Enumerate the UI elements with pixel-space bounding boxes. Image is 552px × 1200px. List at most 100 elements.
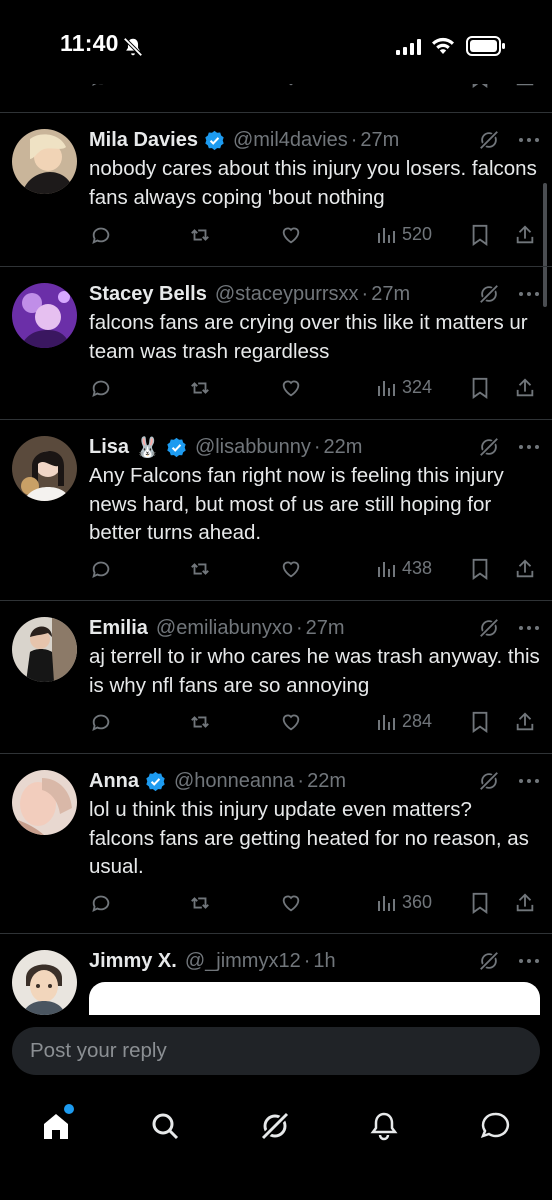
bookmark-icon[interactable] (470, 892, 490, 914)
tab-messages[interactable] (475, 1106, 515, 1146)
timestamp[interactable]: 1h (313, 950, 335, 973)
display-name[interactable]: Stacey Bells (89, 283, 207, 306)
share-icon[interactable] (514, 224, 536, 246)
retweet-icon[interactable] (188, 558, 212, 580)
display-name[interactable]: Jimmy X. (89, 950, 177, 973)
timestamp[interactable]: 22m (307, 770, 346, 793)
reply-button[interactable] (90, 558, 112, 580)
retweet-button[interactable] (188, 558, 212, 580)
share-icon[interactable] (514, 892, 536, 914)
tweet[interactable]: Anna @honneanna · 22m lol u think this i… (0, 753, 552, 933)
tab-home[interactable] (36, 1104, 76, 1146)
search-icon[interactable] (150, 1111, 180, 1141)
grok-icon[interactable] (259, 1110, 291, 1142)
reply-input[interactable] (12, 1027, 540, 1075)
bookmark-button[interactable] (470, 224, 490, 246)
tab-grok[interactable] (255, 1106, 295, 1146)
bookmark-icon[interactable] (470, 558, 490, 580)
reply-icon[interactable] (90, 377, 112, 399)
reply-icon[interactable] (90, 224, 112, 246)
more-icon[interactable] (518, 625, 540, 631)
reply-icon[interactable] (90, 711, 112, 733)
reply-button[interactable] (90, 224, 112, 246)
share-icon[interactable] (514, 711, 536, 733)
bookmark-button[interactable] (470, 377, 490, 399)
views-button[interactable]: 520 (376, 224, 432, 245)
bookmark-icon[interactable] (470, 711, 490, 733)
like-button[interactable] (279, 224, 303, 246)
views-button[interactable]: 284 (376, 711, 432, 732)
display-name[interactable]: Emilia (89, 617, 148, 640)
tweet[interactable]: Jimmy X. @_jimmyx12 · 1h (0, 933, 552, 1015)
more-icon[interactable] (518, 958, 540, 964)
like-button[interactable] (279, 711, 303, 733)
grok-icon[interactable] (478, 950, 500, 972)
grok-icon[interactable] (478, 436, 500, 458)
grok-icon[interactable] (478, 129, 500, 151)
retweet-icon[interactable] (188, 892, 212, 914)
bookmark-button[interactable] (470, 711, 490, 733)
reply-button[interactable] (90, 892, 112, 914)
reply-icon[interactable] (90, 892, 112, 914)
share-button[interactable] (514, 224, 536, 246)
tweet[interactable]: Lisa 🐰 @lisabbunny · 22m Any Falcons fan… (0, 419, 552, 600)
timestamp[interactable]: 27m (360, 129, 399, 152)
handle[interactable]: @emiliabunyxo (156, 617, 293, 640)
like-icon[interactable] (279, 224, 303, 246)
media-card[interactable] (89, 982, 540, 1015)
handle[interactable]: @_jimmyx12 (185, 950, 301, 973)
timestamp[interactable]: 22m (324, 436, 363, 459)
share-button[interactable] (514, 558, 536, 580)
like-button[interactable] (279, 892, 303, 914)
avatar[interactable] (12, 617, 77, 682)
bookmark-icon[interactable] (470, 377, 490, 399)
grok-icon[interactable] (478, 617, 500, 639)
like-icon[interactable] (279, 711, 303, 733)
handle[interactable]: @lisabbunny (195, 436, 311, 459)
share-button[interactable] (514, 377, 536, 399)
bookmark-button[interactable] (470, 558, 490, 580)
display-name[interactable]: Lisa (89, 436, 129, 459)
like-icon[interactable] (279, 377, 303, 399)
more-icon[interactable] (518, 778, 540, 784)
handle[interactable]: @honneanna (174, 770, 294, 793)
more-icon[interactable] (518, 444, 540, 450)
share-icon[interactable] (514, 377, 536, 399)
tweet[interactable]: Stacey Bells @staceypurrsxx · 27m falcon… (0, 266, 552, 419)
grok-icon[interactable] (478, 770, 500, 792)
retweet-button[interactable] (188, 711, 212, 733)
avatar[interactable] (12, 436, 77, 501)
avatar[interactable] (12, 950, 77, 1015)
like-icon[interactable] (279, 892, 303, 914)
grok-icon[interactable] (478, 283, 500, 305)
tweet[interactable]: Emilia @emiliabunyxo · 27m aj terrell to… (0, 600, 552, 753)
reply-box[interactable] (12, 1027, 540, 1075)
avatar[interactable] (12, 770, 77, 835)
home-icon[interactable] (41, 1111, 71, 1141)
retweet-icon[interactable] (188, 711, 212, 733)
notifications-icon[interactable] (369, 1111, 399, 1141)
timestamp[interactable]: 27m (306, 617, 345, 640)
retweet-icon[interactable] (188, 224, 212, 246)
display-name[interactable]: Mila Davies (89, 129, 198, 152)
bookmark-button[interactable] (470, 892, 490, 914)
bookmark-icon[interactable] (470, 224, 490, 246)
like-icon[interactable] (279, 558, 303, 580)
retweet-icon[interactable] (188, 377, 212, 399)
reply-button[interactable] (90, 711, 112, 733)
messages-icon[interactable] (480, 1111, 510, 1141)
share-button[interactable] (514, 711, 536, 733)
avatar[interactable] (12, 129, 77, 194)
views-button[interactable]: 324 (376, 377, 432, 398)
like-button[interactable] (279, 558, 303, 580)
reply-button[interactable] (90, 377, 112, 399)
more-icon[interactable] (518, 137, 540, 143)
avatar[interactable] (12, 283, 77, 348)
display-name[interactable]: Anna (89, 770, 139, 793)
views-button[interactable]: 438 (376, 558, 432, 579)
timestamp[interactable]: 27m (371, 283, 410, 306)
tweet[interactable]: Mila Davies @mil4davies · 27m nobody car… (0, 112, 552, 266)
retweet-button[interactable] (188, 377, 212, 399)
reply-icon[interactable] (90, 558, 112, 580)
retweet-button[interactable] (188, 892, 212, 914)
